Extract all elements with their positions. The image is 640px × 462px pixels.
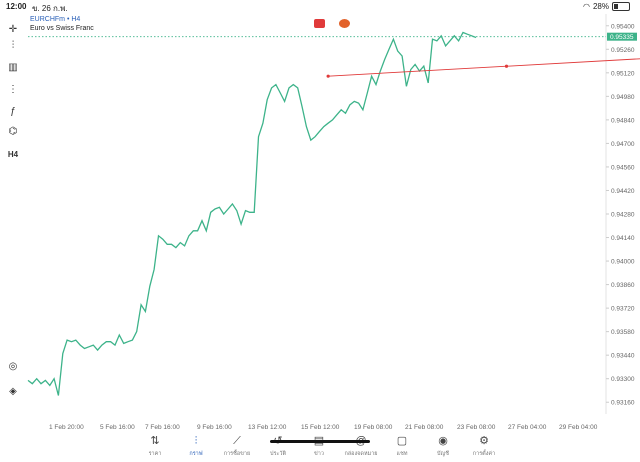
status-bar: 12:00 ข. 26 ก.พ. ◠ 28% (0, 0, 640, 14)
x-tick-label: 27 Feb 04:00 (508, 424, 547, 431)
app-logo-icon[interactable]: ◈ (4, 384, 22, 398)
nav-item-label: กราฟ (189, 451, 203, 457)
x-tick-label: 21 Feb 08:00 (405, 424, 444, 431)
current-price-label: 0.95335 (610, 34, 634, 41)
nav-item-mailbox[interactable]: @กล่องจดหมาย (341, 434, 381, 458)
nav-item-settings[interactable]: ⚙ การตั้งค่า (464, 434, 504, 458)
trendline-handle[interactable] (326, 74, 330, 78)
nav-item-label: ประวัติ (269, 451, 287, 457)
y-tick-label: 0.93440 (611, 353, 635, 360)
left-toolbar: ✛ ⫶ ▥ ⋮ ƒ ⌬ H4 ◎ ◈ (0, 14, 26, 414)
status-time: 12:00 (6, 2, 27, 11)
y-tick-label: 0.94140 (611, 235, 635, 242)
timeframe-label[interactable]: H4 (4, 147, 22, 161)
x-tick-label: 9 Feb 16:00 (197, 424, 232, 431)
y-tick-label: 0.95400 (611, 23, 635, 30)
trade-icon: ⟋ (233, 435, 241, 447)
y-tick-label: 0.93860 (611, 282, 635, 289)
x-tick-label: 23 Feb 08:00 (457, 424, 496, 431)
y-tick-label: 0.94700 (611, 141, 635, 148)
y-tick-label: 0.95120 (611, 70, 635, 77)
y-tick-label: 0.93720 (611, 306, 635, 313)
quotes-icon: ⇅ (150, 435, 160, 447)
chart-icon: ⫶ (194, 435, 198, 447)
home-indicator[interactable] (270, 440, 370, 443)
nav-item-label: ราคา (148, 451, 162, 457)
y-tick-label: 0.93300 (611, 376, 635, 383)
settings-icon: ⚙ (479, 435, 489, 447)
nav-item-account[interactable]: ◉ บัญชี (423, 434, 463, 458)
nav-item-chat[interactable]: ▢ แชท (382, 434, 422, 458)
wifi-icon: ◠ (583, 2, 590, 11)
trendline-handle[interactable] (504, 64, 509, 68)
nav-item-news[interactable]: ▤ข่าว (299, 434, 339, 458)
x-tick-label: 1 Feb 20:00 (49, 424, 84, 431)
nav-item-quotes[interactable]: ⇅ ราคา (135, 434, 175, 458)
nav-item-label: การซื้อขาย (223, 451, 251, 457)
price-line-series (27, 31, 477, 396)
account-icon: ◉ (438, 435, 448, 447)
y-tick-label: 0.93160 (611, 400, 635, 407)
nav-item-label: บัญชี (437, 451, 449, 457)
y-tick-label: 0.94280 (611, 212, 635, 219)
x-tick-label: 19 Feb 08:00 (354, 424, 393, 431)
x-tick-label: 29 Feb 04:00 (559, 424, 598, 431)
x-tick-label: 13 Feb 12:00 (248, 424, 287, 431)
bottom-navigation: ⇅ ราคา ⫶ กราฟ ⟋ การซื้อขาย ↺ประวัติ▤ข่าว@กล่อง… (0, 434, 640, 462)
y-tick-label: 0.94420 (611, 188, 635, 195)
indicators-icon[interactable]: ⋮ (4, 82, 22, 96)
nav-item-chart[interactable]: ⫶ กราฟ (176, 434, 216, 458)
x-tick-label: 7 Feb 16:00 (145, 424, 180, 431)
crosshair-icon[interactable]: ✛ (4, 22, 22, 36)
y-tick-label: 0.94560 (611, 164, 635, 171)
y-tick-label: 0.94980 (611, 94, 635, 101)
trendline[interactable] (328, 56, 640, 77)
nav-item-label: การตั้งค่า (472, 451, 496, 457)
nav-item-history[interactable]: ↺ประวัติ (258, 434, 298, 458)
y-tick-label: 0.94840 (611, 117, 635, 124)
battery-icon (612, 2, 630, 11)
nav-item-label: แชท (396, 451, 408, 457)
y-tick-label: 0.93580 (611, 329, 635, 336)
status-right: ◠ 28% (583, 2, 630, 11)
x-tick-label: 15 Feb 12:00 (301, 424, 340, 431)
candles-icon[interactable]: ⫶ (4, 38, 22, 52)
y-tick-label: 0.95260 (611, 47, 635, 54)
nav-item-trade[interactable]: ⟋ การซื้อขาย (217, 434, 257, 458)
battery-percent: 28% (592, 2, 609, 11)
x-tick-label: 5 Feb 16:00 (100, 424, 135, 431)
objects-icon[interactable]: ⌬ (4, 124, 22, 138)
bar-chart-icon[interactable]: ▥ (4, 60, 22, 74)
nav-item-label: ข่าว (314, 451, 324, 457)
nav-item-label: กล่องจดหมาย (344, 451, 378, 457)
function-icon[interactable]: ƒ (4, 104, 22, 118)
price-chart[interactable]: 0.95400 0.95260 0.95120 0.94980 0.94840 0.947… (26, 14, 640, 434)
chat-icon: ▢ (396, 435, 408, 447)
zoom-icon[interactable]: ◎ (4, 359, 22, 373)
y-tick-label: 0.94000 (611, 259, 635, 266)
